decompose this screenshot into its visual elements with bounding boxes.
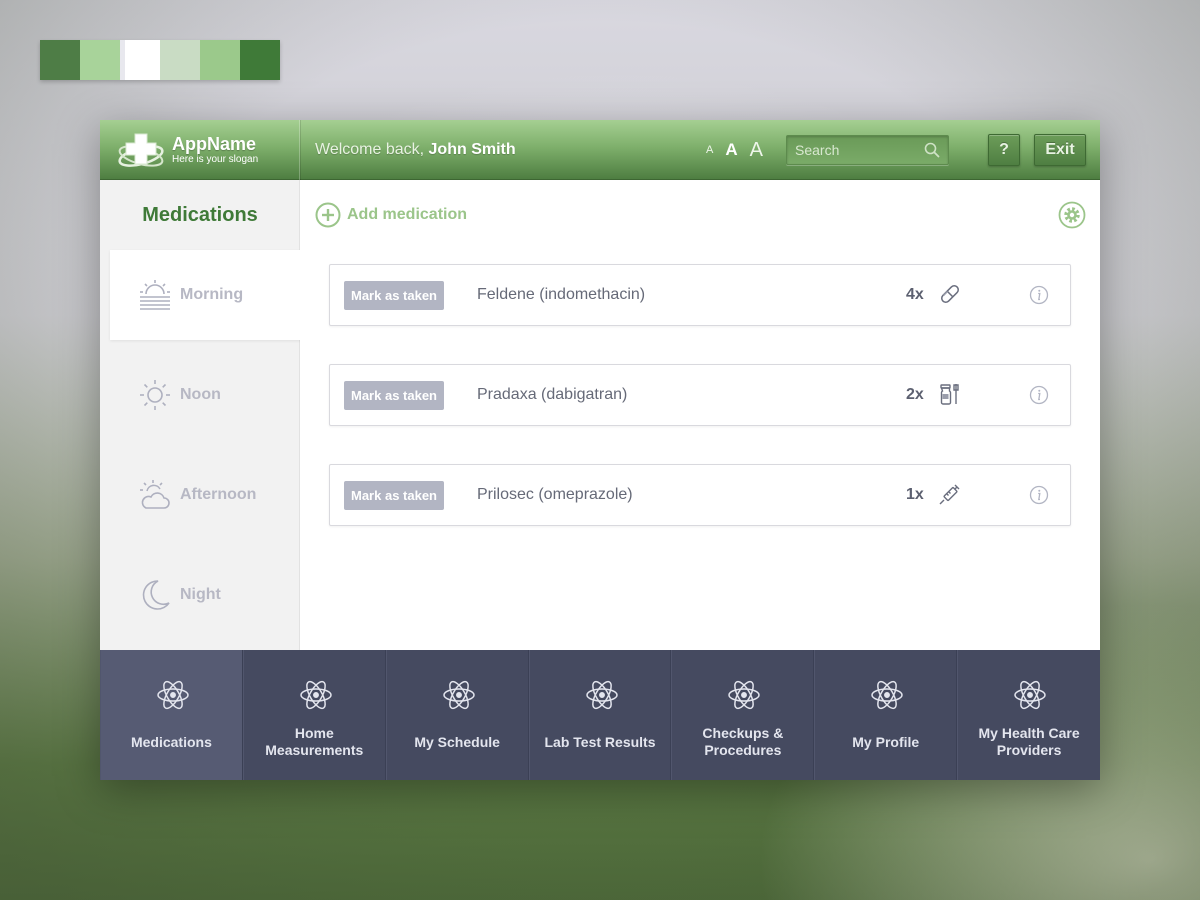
sidebar-item-label: Night (180, 586, 221, 603)
search-box (786, 135, 949, 165)
font-size-medium-button[interactable]: A (725, 140, 737, 160)
welcome-prefix: Welcome back, (315, 140, 425, 158)
palette-swatch-3 (120, 40, 160, 80)
add-medication-button[interactable]: Add medication (315, 202, 467, 228)
nav-item-label: My Schedule (414, 733, 500, 750)
atom-icon (300, 680, 332, 710)
plus-circle-icon (315, 202, 341, 228)
main-content: Add medication Mark as taken Feldene (in… (300, 180, 1100, 650)
nav-item-medications[interactable]: Medications (100, 650, 243, 780)
exit-button[interactable]: Exit (1034, 134, 1086, 166)
sidebar: Medications Morning Noon Afternoon Night (100, 180, 301, 650)
palette-swatch-5 (200, 40, 240, 80)
nav-item-my-profile[interactable]: My Profile (814, 650, 958, 780)
sidebar-item-label: Noon (180, 386, 221, 403)
app-window: AppName Here is your slogan Welcome back… (100, 119, 1100, 780)
medication-row: Mark as taken Prilosec (omeprazole) 1x (329, 464, 1071, 526)
font-size-large-button[interactable]: A (750, 139, 763, 162)
nav-item-checkups-procedures[interactable]: Checkups & Procedures (671, 650, 815, 780)
nav-item-label: Lab Test Results (544, 733, 656, 750)
medical-cross-logo-icon (118, 133, 164, 167)
search-icon[interactable] (924, 142, 940, 158)
bottom-nav: Medications Home Measurements My Schedul… (100, 650, 1100, 780)
sidebar-item-night[interactable]: Night (110, 550, 300, 640)
nav-item-home-measurements[interactable]: Home Measurements (242, 650, 386, 780)
capsule-icon (941, 285, 959, 303)
nav-item-label: Home Measurements (265, 725, 364, 758)
moon-icon (142, 580, 170, 610)
medication-row: Mark as taken Pradaxa (dabigatran) 2x (329, 364, 1071, 426)
sidebar-title: Medications (142, 204, 258, 226)
sun-icon (140, 380, 170, 410)
nav-item-my-health-care-providers[interactable]: My Health Care Providers (957, 650, 1100, 780)
nav-item-label: Checkups & Procedures (702, 725, 784, 758)
user-name: John Smith (428, 140, 516, 158)
sidebar-item-noon[interactable]: Noon (110, 350, 300, 440)
app-slogan: Here is your slogan (172, 153, 259, 165)
color-palette (40, 40, 280, 80)
info-icon[interactable] (1029, 285, 1049, 305)
palette-swatch-2 (80, 40, 120, 80)
atom-icon (728, 680, 761, 710)
gear-icon[interactable] (1058, 201, 1086, 229)
palette-swatch-1 (40, 40, 80, 80)
sidebar-item-label: Morning (180, 286, 244, 303)
search-input[interactable] (795, 142, 917, 158)
medication-count: 2x (906, 386, 924, 403)
font-size-small-button[interactable]: A (706, 144, 713, 156)
nav-item-label: My Profile (852, 733, 920, 750)
add-medication-label: Add medication (347, 206, 468, 223)
info-icon[interactable] (1029, 485, 1049, 505)
nav-item-label: Medications (130, 733, 212, 750)
welcome-message: Welcome back, John Smith (315, 141, 516, 159)
sidebar-item-afternoon[interactable]: Afternoon (110, 450, 300, 540)
medication-count: 1x (906, 486, 924, 503)
sunrise-icon (140, 280, 170, 310)
syringe-icon (939, 484, 960, 505)
app-name: AppName (172, 133, 257, 154)
info-icon[interactable] (1029, 385, 1049, 405)
sidebar-item-label: Afternoon (180, 486, 257, 503)
nav-item-my-schedule[interactable]: My Schedule (385, 650, 529, 780)
liquid-bottle-icon (940, 384, 959, 405)
nav-item-lab-test-results[interactable]: Lab Test Results (528, 650, 672, 780)
atom-icon (871, 680, 904, 710)
nav-item-label: My Health Care Providers (978, 725, 1080, 758)
medication-row: Mark as taken Feldene (indomethacin) 4x (329, 264, 1071, 326)
cloudy-sun-icon (140, 480, 170, 509)
medication-name: Feldene (indomethacin) (477, 286, 646, 303)
atom-icon (157, 680, 189, 710)
medication-name: Prilosec (omeprazole) (477, 486, 633, 503)
help-button[interactable]: ? (988, 134, 1020, 166)
header-bar: AppName Here is your slogan Welcome back… (100, 119, 1100, 180)
atom-icon (585, 680, 618, 710)
sidebar-item-morning[interactable]: Morning (110, 250, 301, 340)
mark-as-taken-button[interactable]: Mark as taken (344, 481, 444, 510)
mark-as-taken-button[interactable]: Mark as taken (344, 381, 444, 410)
palette-swatch-6 (240, 40, 280, 80)
atom-icon (1014, 680, 1046, 710)
font-size-controls: A A A (706, 120, 763, 180)
medication-count: 4x (906, 286, 924, 303)
medication-name: Pradaxa (dabigatran) (477, 386, 628, 403)
atom-icon (442, 680, 475, 710)
palette-swatch-4 (160, 40, 200, 80)
brand[interactable]: AppName Here is your slogan (100, 119, 301, 180)
mark-as-taken-button[interactable]: Mark as taken (344, 281, 444, 310)
